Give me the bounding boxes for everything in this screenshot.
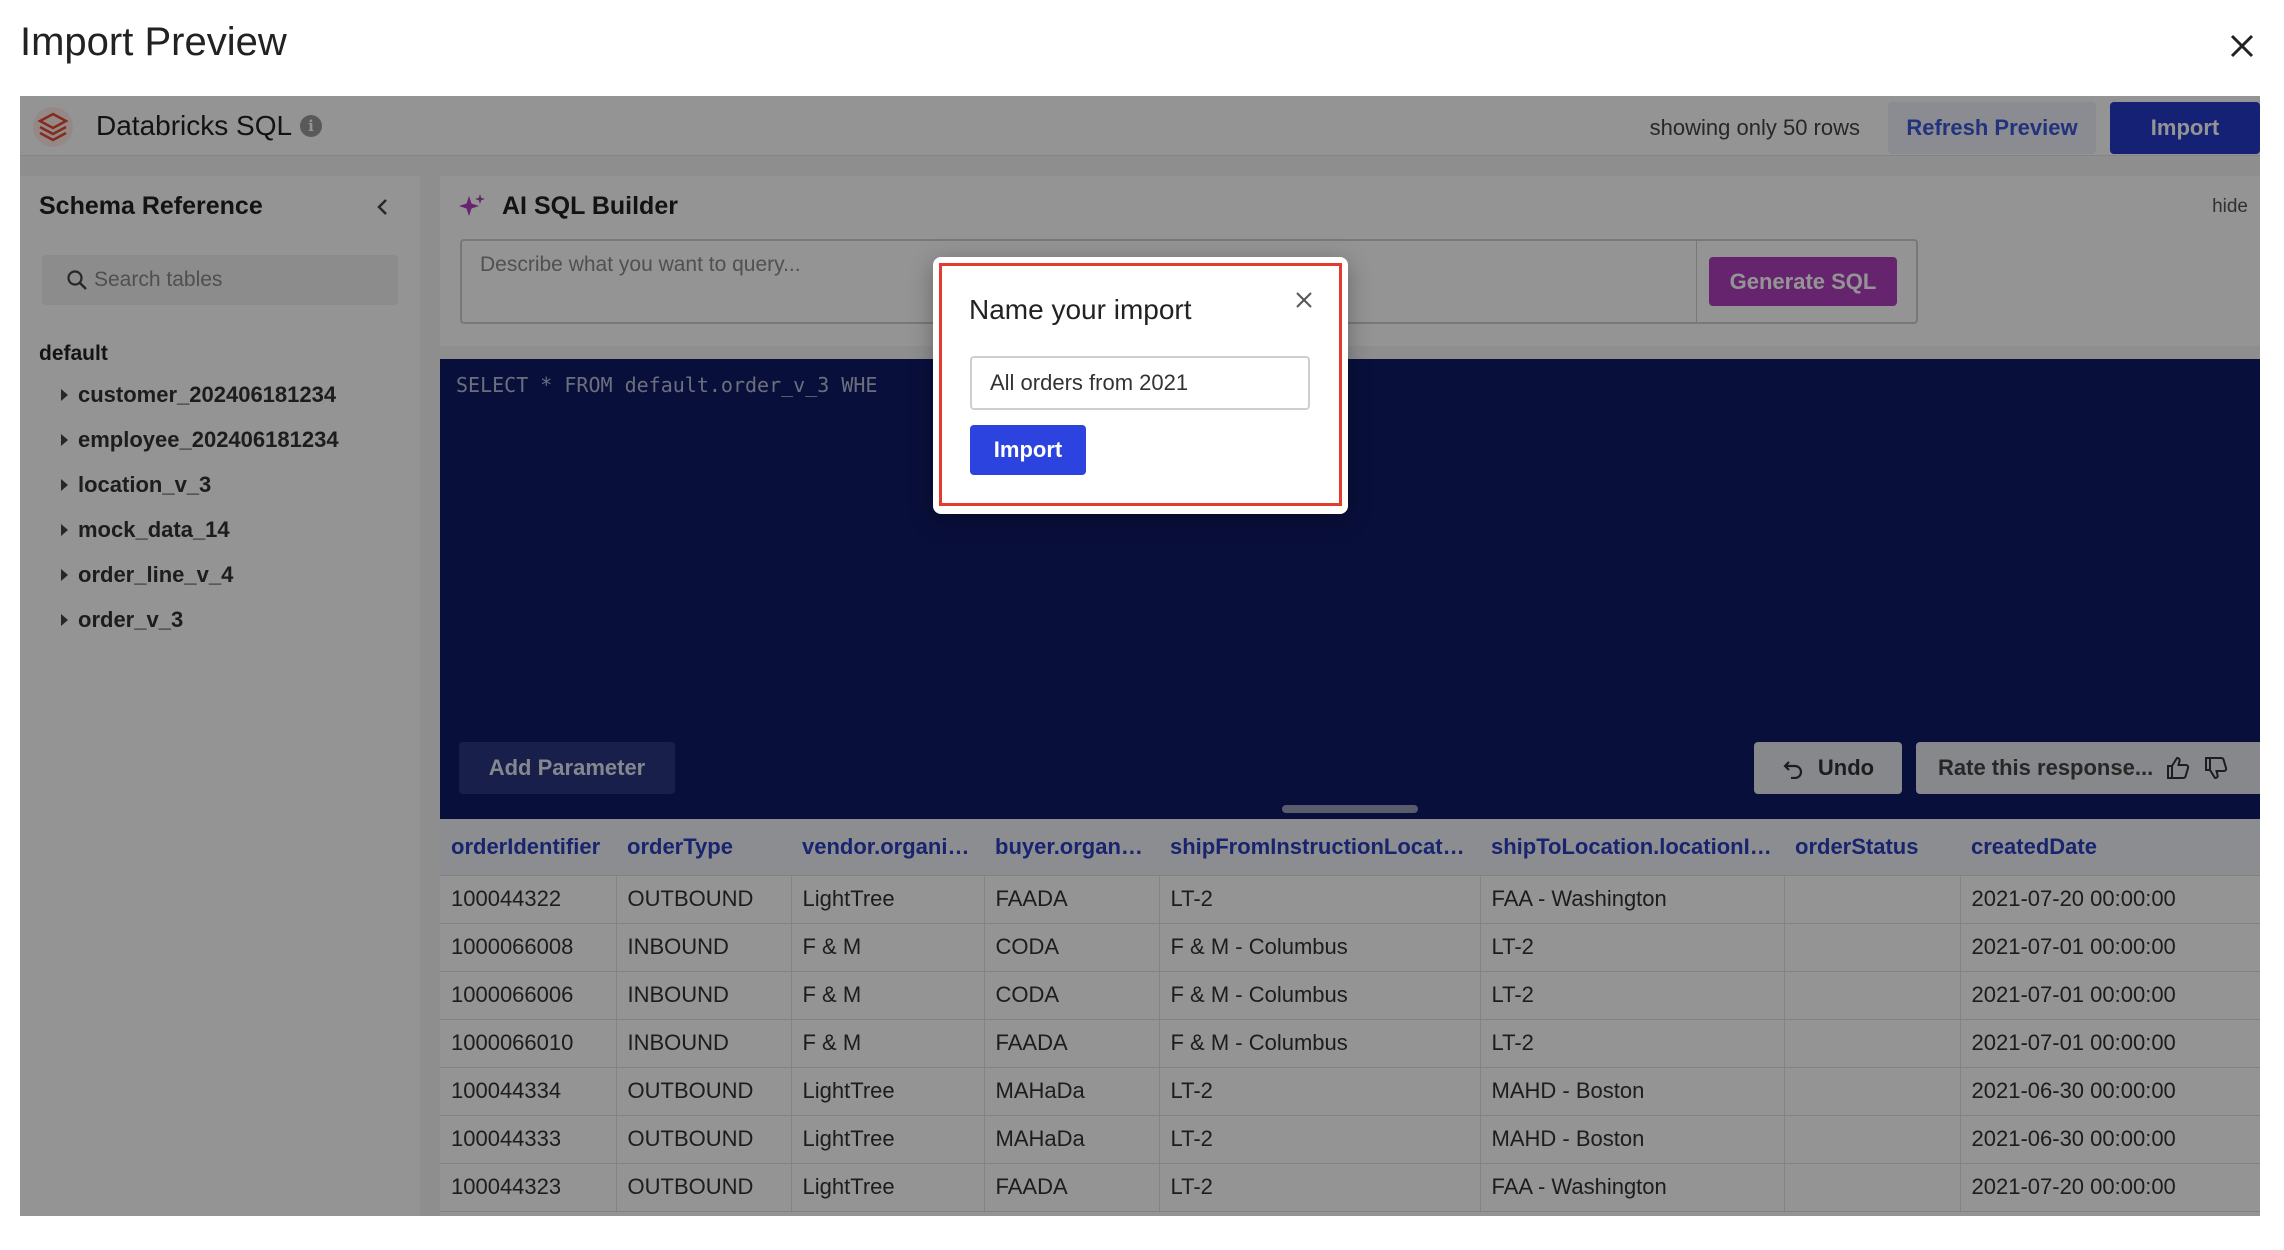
close-icon[interactable]: [2222, 26, 2262, 66]
name-import-dialog: Name your import Import: [933, 257, 1348, 514]
dialog-title: Name your import: [969, 294, 1192, 325]
dialog-import-button[interactable]: Import: [970, 425, 1086, 475]
close-icon[interactable]: [1289, 285, 1319, 315]
title-bar: Import Preview: [0, 0, 2284, 96]
import-name-input[interactable]: [970, 356, 1310, 410]
page-title: Import Preview: [20, 20, 287, 64]
